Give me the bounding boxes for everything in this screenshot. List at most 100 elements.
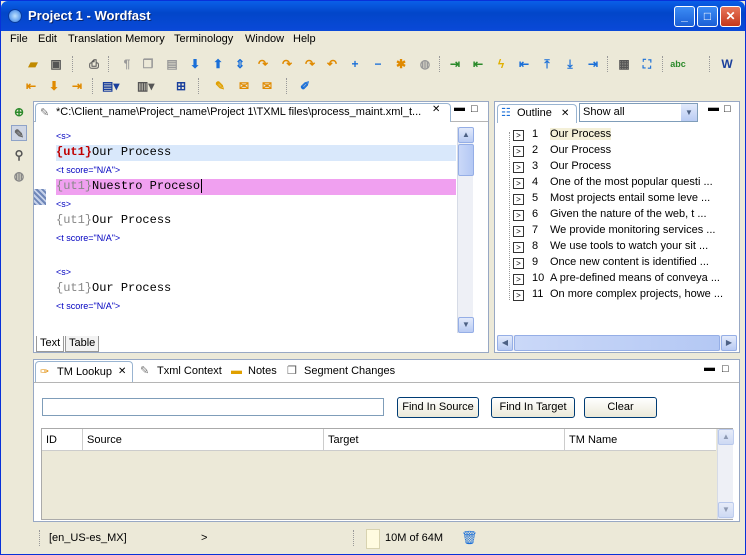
expand-icon[interactable]: >	[513, 274, 524, 285]
tab-txml-context[interactable]: ✎ Txml Context	[136, 361, 226, 382]
tab-table[interactable]: Table	[65, 336, 99, 352]
lookup-maximize-icon[interactable]: □	[722, 363, 729, 375]
expand-icon[interactable]: >	[513, 226, 524, 237]
expand-icon[interactable]: >	[513, 194, 524, 205]
last-segment-icon[interactable]: ⇥	[585, 56, 601, 72]
fullscreen-icon[interactable]: ⛶	[639, 56, 655, 72]
tab-tm-lookup[interactable]: ✑ TM Lookup ✕	[35, 361, 133, 382]
open-folder-icon[interactable]: ▰	[25, 56, 41, 72]
target-segment-1[interactable]: {ut1}Nuestro Proceso​	[56, 179, 456, 195]
print-icon[interactable]: ⎙	[86, 56, 102, 72]
expand-icon[interactable]: >	[513, 178, 524, 189]
db-icon[interactable]: ◍	[11, 168, 27, 184]
col-target[interactable]: Target	[324, 429, 565, 451]
outline-item[interactable]: >7 We provide monitoring services ...	[513, 222, 715, 238]
pilcrow-icon[interactable]: ¶	[119, 56, 135, 72]
h-scroll-thumb[interactable]	[514, 335, 720, 351]
lookup-minimize-icon[interactable]: ▬	[704, 362, 715, 374]
chevron-down-icon[interactable]: ▼	[681, 104, 697, 121]
arrow-left-icon[interactable]: ⇤	[23, 78, 39, 94]
source-segment-1[interactable]: {ut1}Our Process	[56, 145, 456, 161]
view-dropdown-icon[interactable]: ▥▾	[137, 78, 154, 94]
editor-content[interactable]: <s> {ut1}Our Process <t score="N/A"> {ut…	[34, 123, 487, 327]
outline-minimize-icon[interactable]: ▬	[708, 102, 719, 114]
edit-dropdown-icon[interactable]: ▤▾	[102, 78, 119, 94]
col-source[interactable]: Source	[83, 429, 324, 451]
copy-icon[interactable]: ❐	[140, 56, 156, 72]
menu-help[interactable]: Help	[293, 33, 316, 45]
commit-segment-icon[interactable]: ↷	[255, 56, 271, 72]
outline-maximize-icon[interactable]: □	[724, 103, 731, 115]
expand-icon[interactable]: >	[513, 258, 524, 269]
expand-icon[interactable]: >	[513, 162, 524, 173]
outline-item[interactable]: >6 Given the nature of the web, t ...	[513, 206, 707, 222]
editor-tab[interactable]: ✎ *C:\Client_name\Project_name\Project 1…	[35, 103, 451, 122]
plus-icon[interactable]: +	[347, 56, 363, 72]
outline-item[interactable]: >3 Our Process	[513, 158, 611, 174]
menu-window[interactable]: Window	[245, 33, 284, 45]
results-scroll-down[interactable]: ▼	[718, 502, 734, 518]
menu-file[interactable]: File	[10, 33, 28, 45]
outline-horizontal-scrollbar[interactable]: ◀ ▶	[497, 335, 737, 351]
tm-lookup-close-icon[interactable]: ✕	[118, 362, 126, 382]
minus-icon[interactable]: −	[370, 56, 386, 72]
lookup-search-input[interactable]	[42, 398, 384, 416]
scroll-right-button[interactable]: ▶	[721, 335, 737, 351]
expand-icon[interactable]: >	[513, 146, 524, 157]
outline-close-icon[interactable]: ✕	[561, 105, 569, 122]
properties-icon[interactable]: ▦	[616, 56, 632, 72]
outline-item[interactable]: >2 Our Process	[513, 142, 611, 158]
note-icon[interactable]: ✎	[212, 78, 228, 94]
source-segment-2[interactable]: {ut1}Our Process	[56, 213, 456, 227]
commit-all-icon[interactable]: ↷	[302, 56, 318, 72]
close-button[interactable]: ✕	[720, 6, 741, 27]
outline-item[interactable]: >4 One of the most popular questi ...	[513, 174, 713, 190]
menu-terminology[interactable]: Terminology	[174, 33, 233, 45]
txml-icon[interactable]: ✎	[11, 125, 27, 141]
editor-maximize-icon[interactable]: □	[471, 103, 478, 115]
menu-translation-memory[interactable]: Translation Memory	[68, 33, 165, 45]
col-tm-name[interactable]: TM Name	[565, 429, 716, 451]
expand-right-icon[interactable]: ⇥	[447, 56, 463, 72]
tab-segment-changes[interactable]: ❐ Segment Changes	[283, 361, 399, 382]
commit-next-icon[interactable]: ↷	[279, 56, 295, 72]
results-vertical-scrollbar[interactable]: ▲ ▼	[717, 429, 734, 519]
word-icon[interactable]: W	[719, 56, 735, 72]
expand-icon[interactable]: >	[513, 290, 524, 301]
lightning-icon[interactable]: ϟ	[493, 56, 509, 72]
arrow-right-icon[interactable]: ⇥	[69, 78, 85, 94]
lookup-icon[interactable]: ⚲	[11, 147, 27, 163]
remove-note-icon[interactable]: ✉	[236, 78, 252, 94]
editor-minimize-icon[interactable]: ▬	[454, 102, 465, 114]
asterisk-icon[interactable]: ✱	[393, 56, 409, 72]
paste-icon[interactable]: ▤	[164, 56, 180, 72]
outline-filter-select[interactable]: Show all ▼	[579, 103, 698, 122]
results-scroll-up[interactable]: ▲	[718, 429, 734, 445]
spellcheck-icon[interactable]: abc	[670, 56, 686, 72]
menu-edit[interactable]: Edit	[38, 33, 57, 45]
col-id[interactable]: ID	[42, 429, 83, 451]
tab-notes[interactable]: ▬ Notes	[227, 361, 281, 382]
edit-document-icon[interactable]: ✐	[297, 78, 313, 94]
expand-left-icon[interactable]: ⇤	[470, 56, 486, 72]
editor-tab-close-icon[interactable]: ✕	[432, 104, 440, 115]
arrow-updown-icon[interactable]: ⇕	[232, 56, 248, 72]
revert-icon[interactable]: ↶	[324, 56, 340, 72]
expand-icon[interactable]: >	[513, 130, 524, 141]
source-segment-3[interactable]: {ut1}Our Process	[56, 281, 456, 295]
minimize-button[interactable]: _	[674, 6, 695, 27]
add-note-icon[interactable]: ✉	[259, 78, 275, 94]
outline-tab[interactable]: ☷ Outline ✕	[497, 104, 577, 123]
insert-icon[interactable]: ⊞	[173, 78, 189, 94]
database-icon[interactable]: ◍	[417, 56, 433, 72]
new-view-icon[interactable]: ⊕	[11, 104, 27, 120]
outline-item[interactable]: >9 Once new content is identified ...	[513, 254, 709, 270]
outline-item[interactable]: >11 On more complex projects, howe ...	[513, 286, 723, 302]
expand-icon[interactable]: >	[513, 210, 524, 221]
find-in-target-button[interactable]: Find In Target	[491, 397, 575, 418]
arrow-up-icon[interactable]: ⬆	[210, 56, 226, 72]
scroll-left-button[interactable]: ◀	[497, 335, 513, 351]
save-icon[interactable]: ▣	[48, 56, 64, 72]
top-icon[interactable]: ⤒	[539, 56, 555, 72]
maximize-button[interactable]: □	[697, 6, 718, 27]
